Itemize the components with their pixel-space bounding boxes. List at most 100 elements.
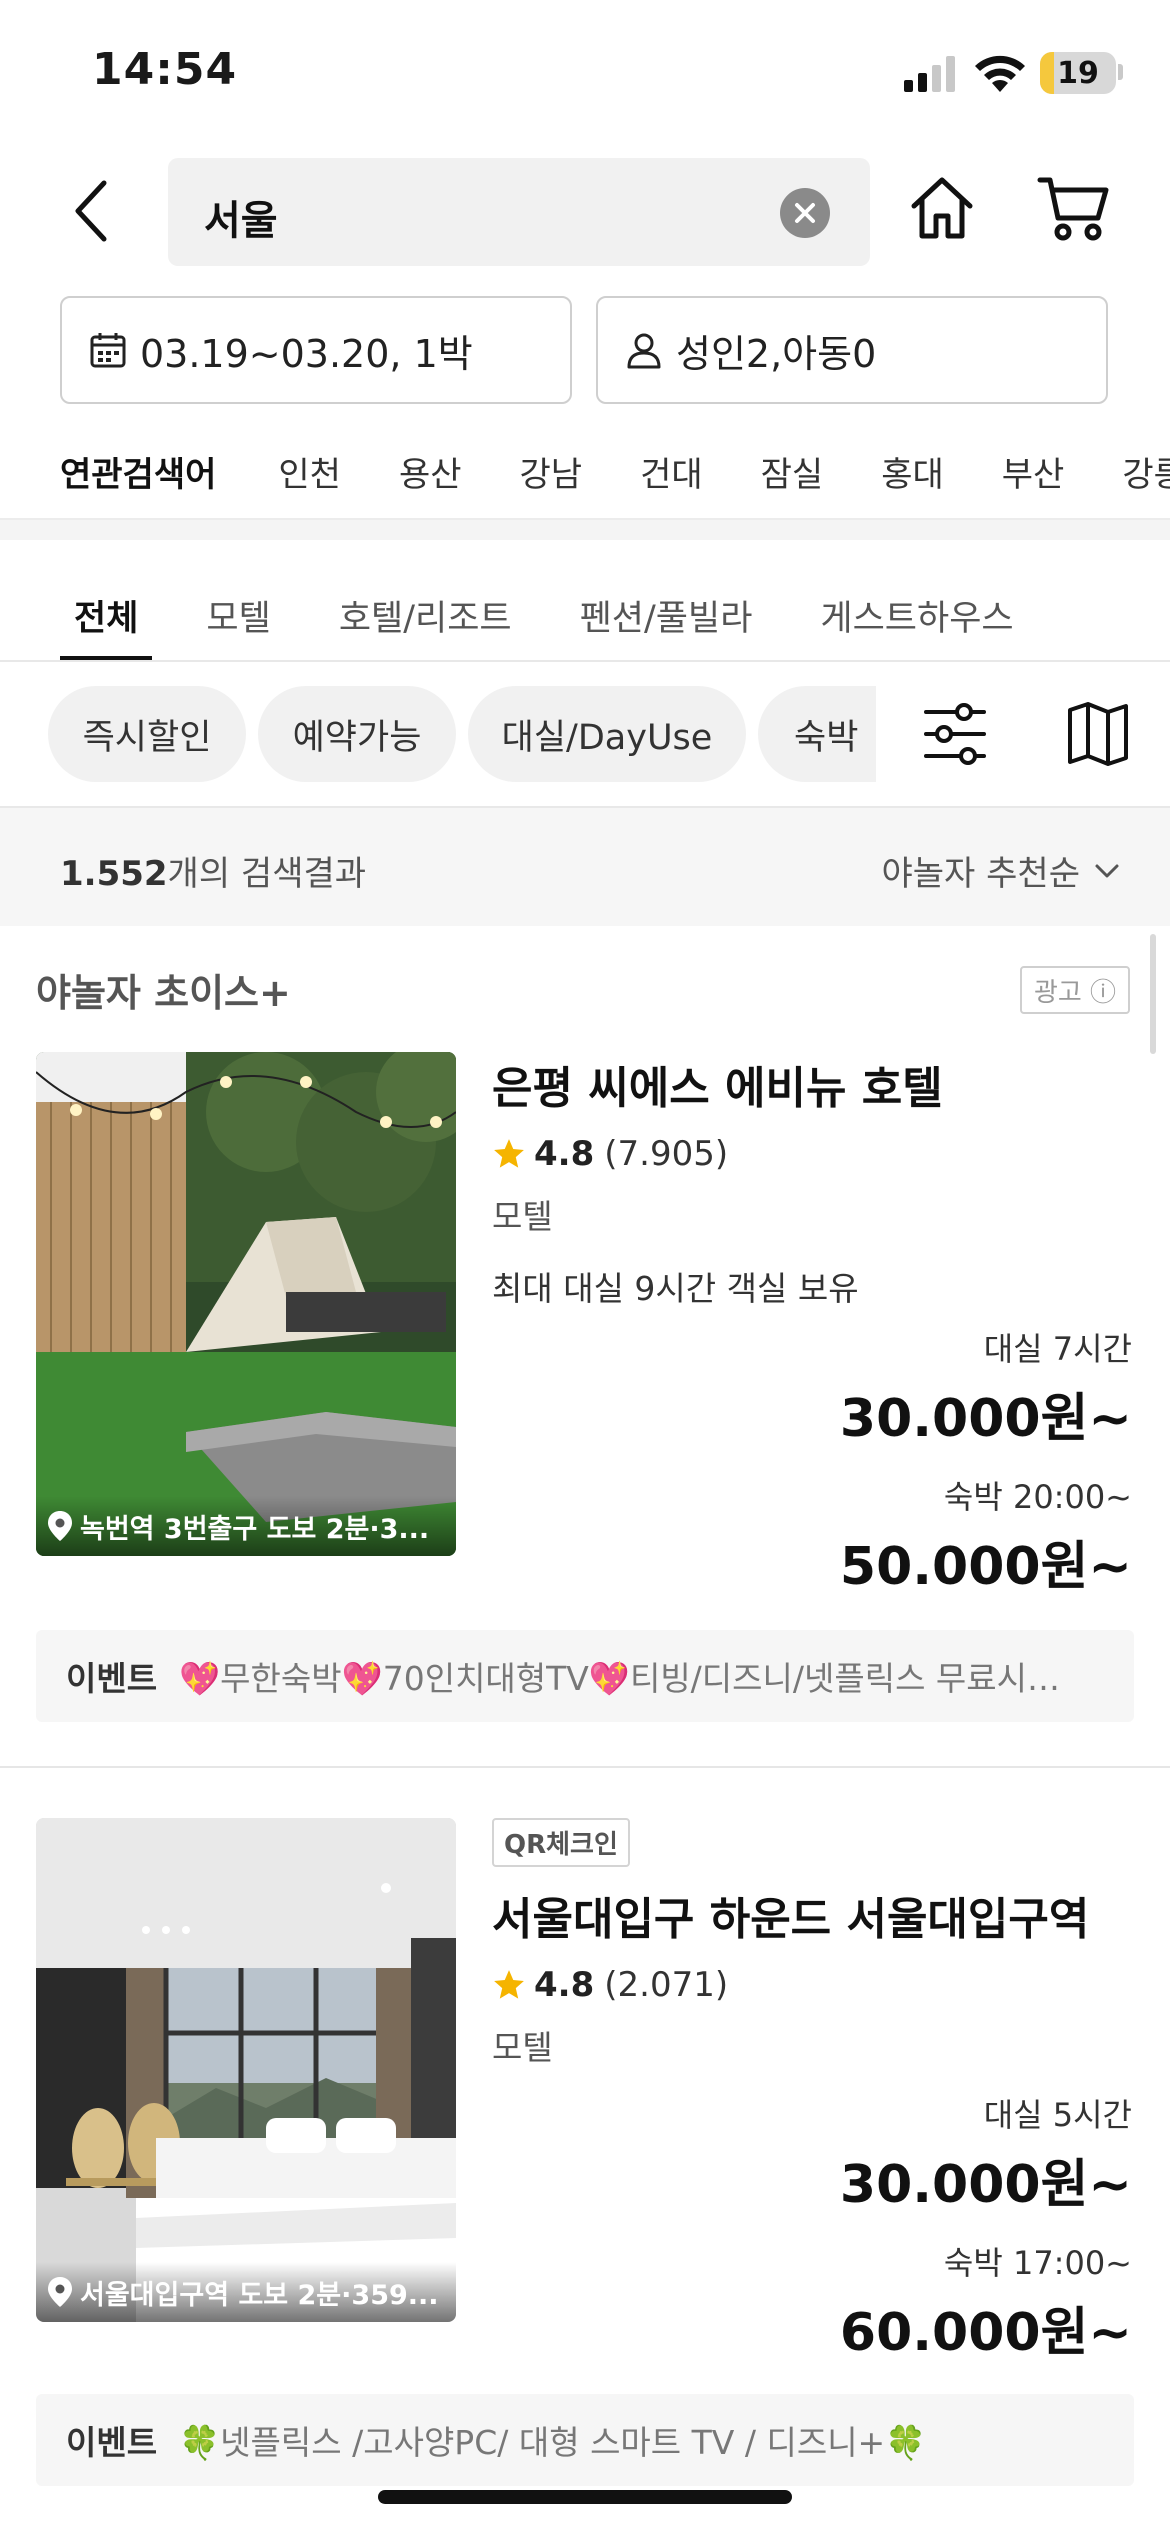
location-text: 서울대입구역 도보 2분·359... (80, 2279, 439, 2311)
event-text: 🍀넷플릭스 /고사양PC/ 대형 스마트 TV / 디즈니+🍀 (179, 2423, 927, 2462)
wifi-icon (975, 55, 1025, 92)
tab-guesthouse[interactable]: 게스트하우스 (820, 570, 1013, 662)
card-divider (0, 1766, 1170, 1768)
chevron-down-icon (1095, 864, 1119, 877)
related-search-item[interactable]: 용산 (399, 447, 462, 496)
back-button[interactable] (60, 176, 120, 246)
battery-level: 19 (1057, 56, 1099, 91)
listing-location: 서울대입구역 도보 2분·359... (36, 2262, 456, 2322)
chip-instant-discount[interactable]: 즉시할인 (48, 686, 246, 782)
battery-nub (1118, 64, 1123, 80)
listing-photo[interactable]: 서울대입구역 도보 2분·359... (36, 1818, 456, 2322)
map-icon[interactable] (1066, 700, 1130, 768)
chip-available[interactable]: 예약가능 (258, 686, 456, 782)
related-search-item[interactable]: 부산 (1002, 447, 1065, 496)
listing-name: 은평 씨에스 에비뉴 호텔 (492, 1063, 943, 1114)
related-searches-label: 연관검색어 (60, 454, 217, 495)
star-icon (494, 1139, 524, 1168)
listing-info: QR체크인 서울대입구 하운드 서울대입구역 4.8 (2.071) 모텔 (492, 1818, 1132, 2069)
category-tabs: 전체 모텔 호텔/리조트 펜션/풀빌라 게스트하우스 (0, 570, 1170, 662)
filter-chips: 즉시할인 예약가능 대실/DayUse 숙박 (0, 686, 1170, 782)
results-bar: 1.552개의 검색결과 야놀자 추천순 (0, 808, 1170, 926)
event-banner[interactable]: 이벤트 🍀넷플릭스 /고사양PC/ 대형 스마트 TV / 디즈니+🍀 (36, 2394, 1134, 2486)
overnight-label: 숙박 17:00~ (943, 2244, 1132, 2282)
listing-type: 모텔 (492, 2028, 553, 2067)
rating-score: 4.8 (534, 1134, 595, 1174)
overnight-price: 60.000원~ (839, 2303, 1132, 2363)
sort-dropdown[interactable]: 야놀자 추천순 (882, 846, 1121, 895)
filter-settings-icon[interactable] (922, 700, 988, 768)
location-pin-icon (48, 1511, 72, 1541)
status-time: 14:54 (92, 44, 238, 95)
listing-rating: 4.8 (7.905) (492, 1134, 1132, 1174)
event-label: 이벤트 (66, 1659, 158, 1698)
close-icon (795, 203, 815, 223)
overnight-price-block: 숙박 17:00~ 60.000원~ (840, 2238, 1132, 2365)
results-count: 1.552개의 검색결과 (60, 846, 366, 895)
scrollbar[interactable] (1150, 934, 1156, 1054)
event-text: 💖무한숙박💖70인치대형TV💖티빙/디즈니/넷플릭스 무료시… (179, 1659, 1061, 1698)
guest-selector[interactable]: 성인2,아동0 (596, 296, 1108, 404)
qr-checkin-badge: QR체크인 (492, 1818, 630, 1867)
person-icon (627, 333, 661, 369)
ad-badge[interactable]: 광고 ⓘ (1020, 966, 1130, 1014)
battery-icon: 19 (1040, 52, 1116, 94)
tab-motel[interactable]: 모텔 (206, 570, 270, 662)
calendar-icon (90, 333, 126, 368)
related-searches: 연관검색어 인천 용산 강남 건대 잠실 홍대 부산 강릉 (0, 436, 1170, 506)
location-text: 녹번역 3번출구 도보 2분·3... (80, 1513, 430, 1545)
listing-description: 최대 대실 9시간 객실 보유 (492, 1269, 859, 1308)
event-banner[interactable]: 이벤트 💖무한숙박💖70인치대형TV💖티빙/디즈니/넷플릭스 무료시… (36, 1630, 1134, 1722)
daystay-label: 대실 5시간 (983, 2096, 1132, 2134)
chip-overnight[interactable]: 숙박 (758, 686, 876, 782)
review-count: (2.071) (604, 1965, 729, 2005)
results-count-suffix: 개의 검색결과 (167, 854, 367, 894)
related-search-item[interactable]: 건대 (640, 447, 703, 496)
related-search-item[interactable]: 홍대 (881, 447, 944, 496)
search-query: 서울 (204, 198, 278, 244)
related-search-item[interactable]: 강남 (520, 447, 583, 496)
listing-photo[interactable]: 녹번역 3번출구 도보 2분·3... (36, 1052, 456, 1556)
listing-photo-image (36, 1818, 456, 2322)
listing-rating: 4.8 (2.071) (492, 1965, 1132, 2005)
related-search-item[interactable]: 잠실 (761, 447, 824, 496)
tabs-divider (0, 660, 1170, 662)
overnight-price: 50.000원~ (839, 1537, 1132, 1597)
date-selector[interactable]: 03.19~03.20, 1박 (60, 296, 572, 404)
listing-photo-image (36, 1052, 456, 1556)
search-input[interactable]: 서울 (168, 158, 870, 266)
star-icon (494, 1970, 524, 1999)
results-count-value: 1.552 (60, 854, 168, 894)
review-count: (7.905) (604, 1134, 729, 1174)
chip-dayuse[interactable]: 대실/DayUse (468, 686, 746, 782)
tab-all[interactable]: 전체 (59, 570, 153, 662)
related-search-item[interactable]: 강릉 (1122, 447, 1170, 496)
overnight-price-block: 숙박 20:00~ 50.000원~ (840, 1472, 1132, 1599)
daystay-price-block: 대실 5시간 30.000원~ (840, 2090, 1132, 2217)
section-divider (0, 518, 1170, 540)
listing-info: 은평 씨에스 에비뉴 호텔 4.8 (7.905) 모텔 최대 대실 9시간 객… (492, 1052, 1132, 1310)
overnight-label: 숙박 20:00~ (943, 1478, 1132, 1516)
daystay-label: 대실 7시간 (983, 1330, 1132, 1368)
daystay-price: 30.000원~ (839, 1389, 1132, 1449)
rating-score: 4.8 (534, 1965, 595, 2005)
home-indicator[interactable] (378, 2490, 792, 2504)
date-range: 03.19~03.20, 1박 (140, 331, 473, 376)
listing-type: 모텔 (492, 1197, 553, 1236)
location-pin-icon (48, 2277, 72, 2307)
sort-label: 야놀자 추천순 (881, 854, 1081, 894)
listing-name: 서울대입구 하운드 서울대입구역 (492, 1894, 1090, 1945)
daystay-price: 30.000원~ (839, 2155, 1132, 2215)
related-search-item[interactable]: 인천 (278, 447, 341, 496)
tab-hotel-resort[interactable]: 호텔/리조트 (339, 570, 512, 662)
chevron-left-icon (75, 180, 107, 242)
clear-search-button[interactable] (780, 188, 830, 238)
event-label: 이벤트 (66, 2423, 158, 2462)
daystay-price-block: 대실 7시간 30.000원~ (840, 1324, 1132, 1451)
guest-count: 성인2,아동0 (676, 331, 877, 376)
home-icon[interactable] (906, 172, 978, 244)
cart-icon[interactable] (1036, 172, 1112, 244)
tab-pension-poolvilla[interactable]: 펜션/풀빌라 (580, 570, 753, 662)
section-title: 야놀자 초이스+ (36, 971, 291, 1015)
status-bar: 14:54 19 (0, 0, 1170, 150)
